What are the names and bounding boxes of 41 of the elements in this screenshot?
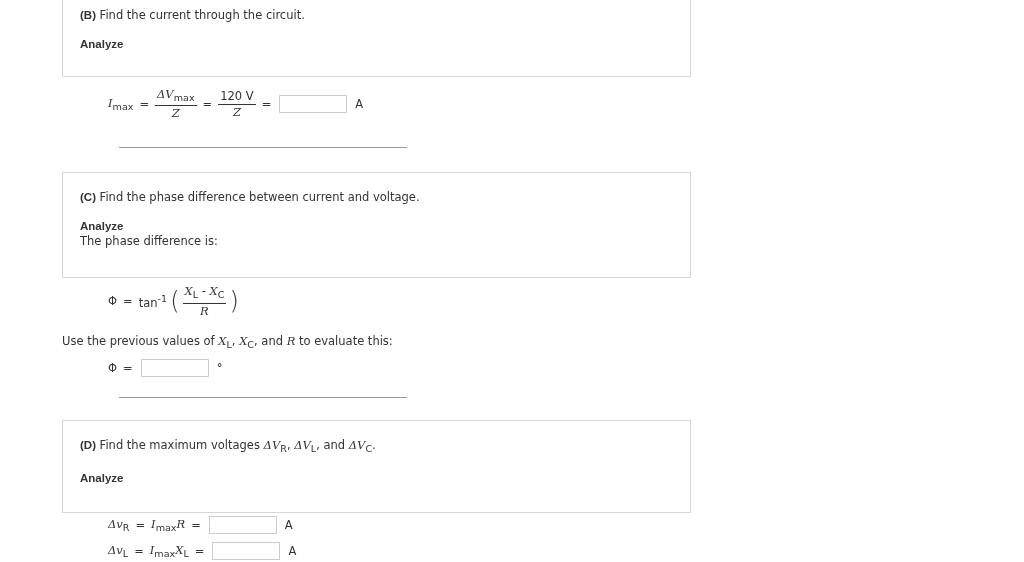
- numerator: ΔV$_{max}$: [155, 87, 197, 107]
- math-text: =: [202, 97, 213, 112]
- math-text: =: [139, 97, 150, 112]
- math-text: =: [134, 543, 144, 558]
- numerator: 120 V: [218, 88, 256, 105]
- math-text: Δv$_{L}$: [108, 542, 129, 560]
- parenthesis: (: [170, 289, 180, 314]
- denominator: R: [200, 303, 209, 319]
- question-text: (B) Find the current through the circuit.: [80, 7, 306, 23]
- math-text: =: [194, 543, 205, 558]
- math-text: Φ: [108, 360, 118, 375]
- question-text: (C) Find the phase difference between current and voltage.: [80, 189, 421, 206]
- denominator: Z: [232, 104, 241, 120]
- math-text: I$_{max}$X$_{L}$: [149, 542, 189, 560]
- math-text: Φ: [108, 294, 118, 309]
- math-text: tan$^{-1}$: [138, 293, 168, 310]
- answer-field[interactable]: [279, 95, 348, 114]
- math-text: =: [123, 294, 133, 309]
- math-text: I$_{max}$R: [151, 516, 186, 534]
- math-text: I$_{max}$: [108, 96, 134, 113]
- parenthesis: ): [229, 289, 239, 314]
- analyze-heading: Analyze: [80, 471, 125, 486]
- answer-field[interactable]: [140, 358, 209, 377]
- math-text: =: [261, 97, 272, 112]
- answer-field[interactable]: [212, 541, 281, 560]
- math-text: A: [355, 97, 364, 112]
- math-text: A: [284, 517, 293, 532]
- math-text: =: [191, 517, 201, 532]
- denominator: Z: [171, 106, 180, 122]
- math-text: Δv$_{R}$: [108, 516, 130, 534]
- math-text: °: [216, 360, 223, 375]
- analyze-heading: Analyze: [80, 37, 125, 51]
- question-text: (D) Find the maximum voltages ΔV$_{R}$, ΔV$_{L}$, and ΔV$_{C}$.: [80, 436, 377, 457]
- numerator: X$_{L}$ - X$_{C}$: [182, 284, 227, 304]
- math-text: =: [135, 517, 146, 532]
- analyze-heading: Analyze: [80, 219, 125, 234]
- instruction-text: The phase difference is:: [80, 233, 219, 250]
- math-text: A: [288, 543, 297, 558]
- math-text: =: [123, 360, 133, 375]
- answer-field[interactable]: [208, 515, 277, 534]
- instruction-text: Use the previous values of X$_{L}$, X$_{C}$, and R to evaluate this:: [62, 332, 394, 352]
